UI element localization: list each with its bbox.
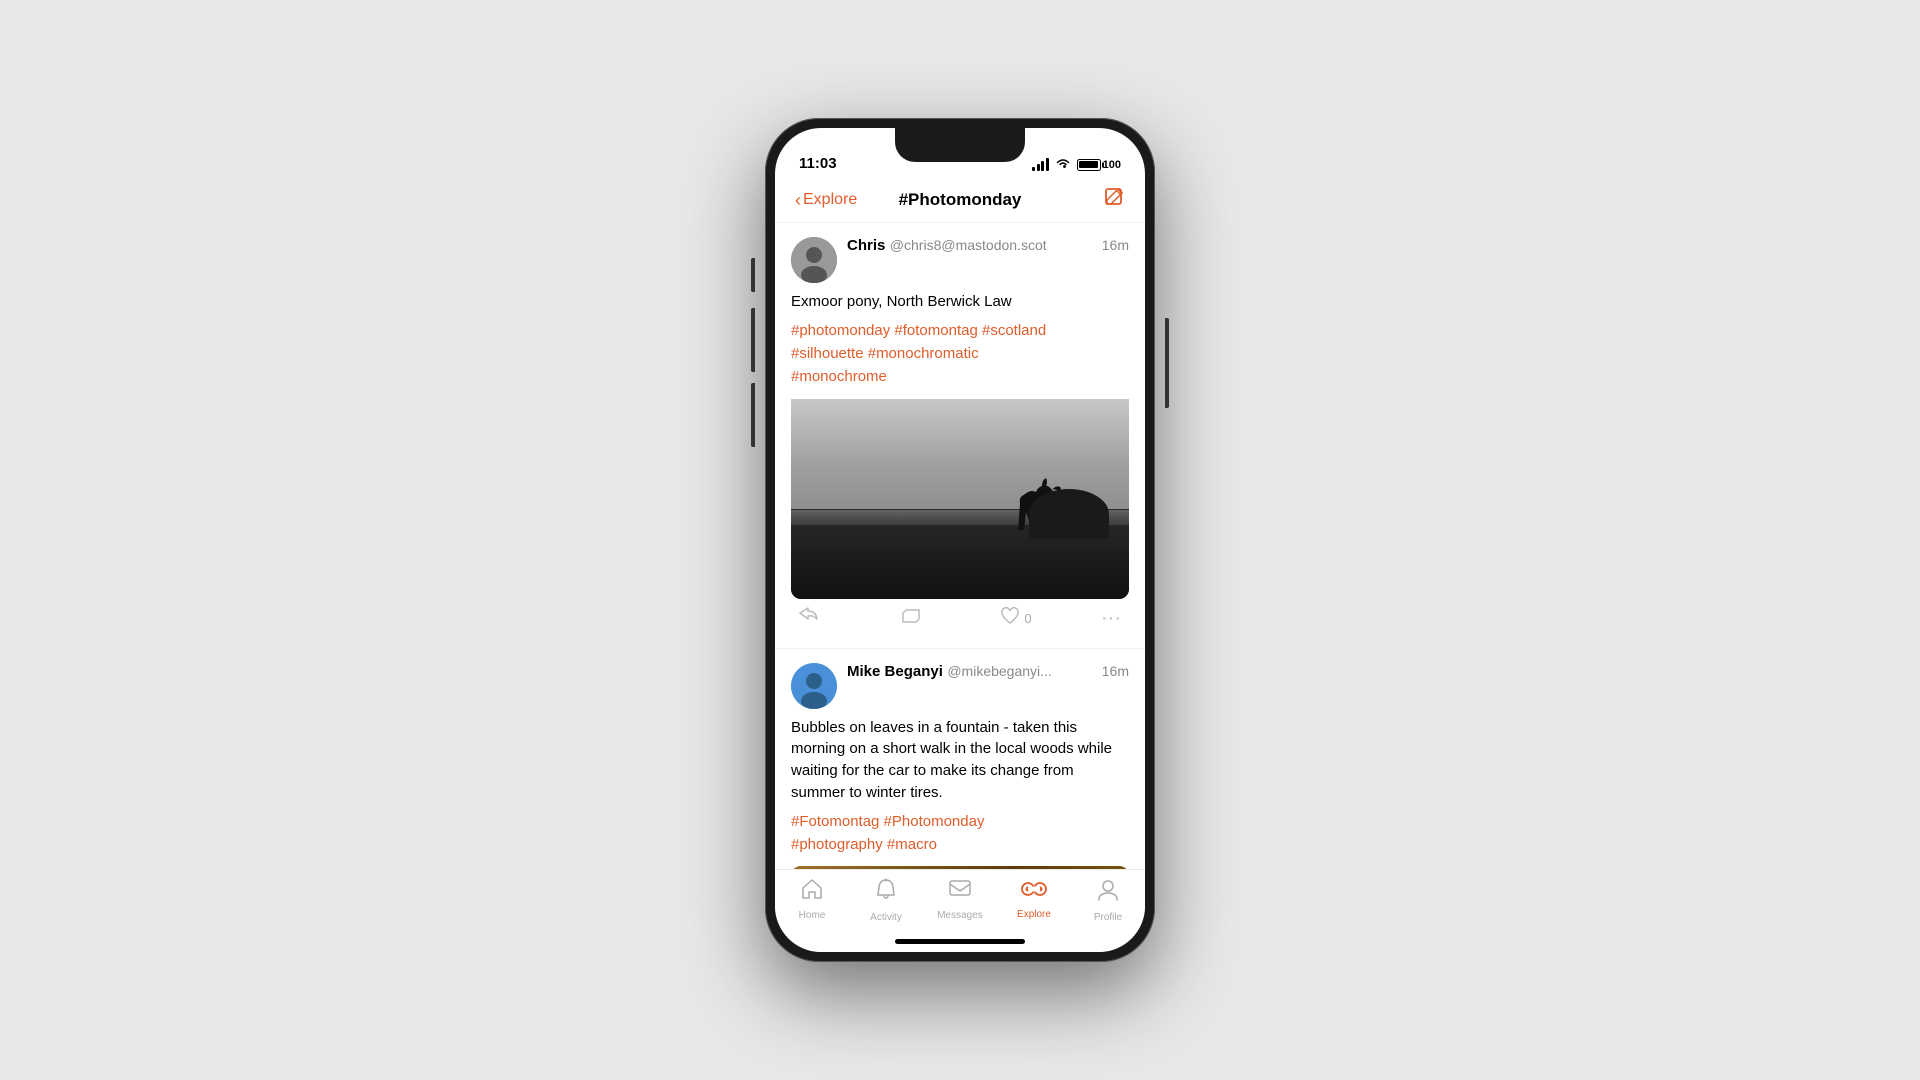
- notch: [895, 128, 1025, 162]
- tab-explore[interactable]: Explore: [997, 878, 1071, 920]
- avatar[interactable]: [791, 237, 837, 283]
- status-time: 11:03: [799, 155, 837, 172]
- tab-profile-label: Profile: [1094, 912, 1122, 923]
- post-header: Chris @chris8@mastodon.scot 16m: [791, 237, 1129, 283]
- post-time: 16m: [1102, 663, 1129, 679]
- battery-icon: 100: [1077, 159, 1121, 171]
- post-item: Mike Beganyi @mikebeganyi... 16m Bubbles…: [775, 649, 1145, 870]
- status-icons: 100: [1032, 157, 1121, 172]
- post-tags: #photomonday #fotomontag #scotland #silh…: [791, 319, 1129, 389]
- tab-profile[interactable]: Profile: [1071, 878, 1145, 923]
- phone-screen: 11:03: [775, 128, 1145, 952]
- power-button: [1165, 318, 1169, 408]
- post-name-row: Mike Beganyi @mikebeganyi... 16m: [847, 663, 1129, 681]
- tab-home[interactable]: Home: [775, 878, 849, 921]
- post-item: Chris @chris8@mastodon.scot 16m Exmoor p…: [775, 223, 1145, 649]
- post-meta: Chris @chris8@mastodon.scot 16m: [847, 237, 1129, 255]
- compose-button[interactable]: [1103, 186, 1125, 214]
- post-author-name: Mike Beganyi: [847, 663, 943, 680]
- heart-icon: [1000, 607, 1020, 630]
- volume-down-button: [751, 383, 755, 447]
- volume-up-button: [751, 308, 755, 372]
- post-body: Bubbles on leaves in a fountain - taken …: [791, 717, 1129, 804]
- chevron-left-icon: ‹: [795, 190, 801, 211]
- post-actions: 0 ···: [791, 603, 1129, 634]
- home-indicator: [895, 939, 1025, 944]
- reply-button[interactable]: [791, 603, 892, 634]
- wifi-icon: [1055, 157, 1071, 172]
- page-title: #Photomonday: [878, 190, 1043, 210]
- post-header: Mike Beganyi @mikebeganyi... 16m: [791, 663, 1129, 709]
- post-meta: Mike Beganyi @mikebeganyi... 16m: [847, 663, 1129, 681]
- back-button[interactable]: ‹ Explore: [795, 190, 878, 211]
- tab-messages[interactable]: Messages: [923, 878, 997, 921]
- post-author-name: Chris: [847, 237, 885, 254]
- mute-button: [751, 258, 755, 292]
- post-time: 16m: [1102, 237, 1129, 253]
- tab-activity-label: Activity: [870, 912, 902, 923]
- tab-messages-label: Messages: [937, 910, 983, 921]
- post-body: Exmoor pony, North Berwick Law: [791, 291, 1129, 313]
- back-label: Explore: [803, 191, 857, 209]
- phone-frame: 11:03: [765, 118, 1155, 962]
- like-button[interactable]: 0: [992, 603, 1093, 634]
- like-count: 0: [1024, 611, 1031, 626]
- post-author-handle: @chris8@mastodon.scot: [890, 237, 1047, 253]
- messages-icon: [948, 878, 972, 907]
- post-tags: #Fotomontag #Photomonday #photography #m…: [791, 810, 1129, 857]
- signal-icon: [1032, 158, 1049, 171]
- nav-action-area: [1043, 186, 1126, 214]
- post-name-row: Chris @chris8@mastodon.scot 16m: [847, 237, 1129, 255]
- repost-icon: [900, 607, 922, 630]
- tab-activity[interactable]: Activity: [849, 878, 923, 923]
- tab-home-label: Home: [799, 910, 826, 921]
- avatar[interactable]: [791, 663, 837, 709]
- post-image[interactable]: [791, 399, 1129, 599]
- more-button[interactable]: ···: [1093, 603, 1129, 634]
- tab-explore-label: Explore: [1017, 909, 1051, 920]
- profile-icon: [1097, 878, 1119, 909]
- navigation-bar: ‹ Explore #Photomonday: [775, 178, 1145, 223]
- post-image[interactable]: [791, 866, 1129, 869]
- reply-icon: [799, 607, 819, 630]
- post-author-handle: @mikebeganyi...: [947, 663, 1051, 679]
- repost-button[interactable]: [892, 603, 993, 634]
- feed-scroll[interactable]: Chris @chris8@mastodon.scot 16m Exmoor p…: [775, 223, 1145, 869]
- bell-icon: [875, 878, 897, 909]
- home-icon: [800, 878, 824, 907]
- explore-icon: [1021, 878, 1047, 906]
